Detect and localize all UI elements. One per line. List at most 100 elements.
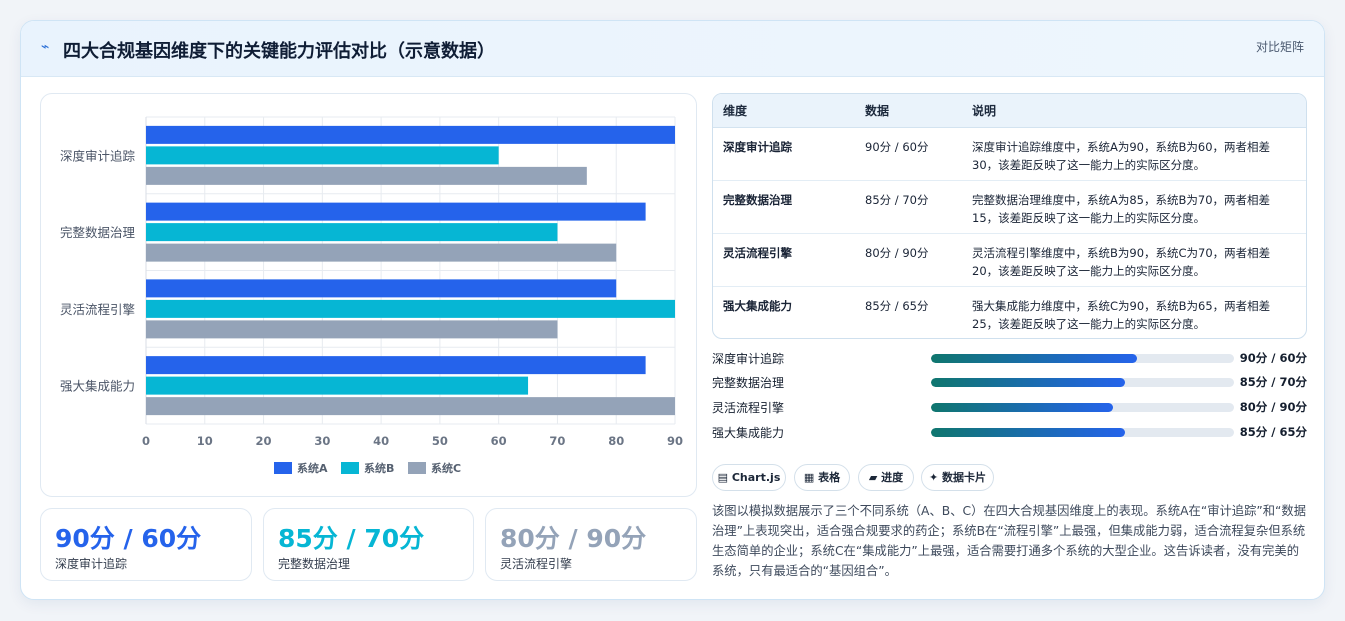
progress-fill <box>931 428 1125 437</box>
tag-label: 数据卡片 <box>942 471 987 484</box>
stat-value: 90分 / 60分 <box>55 524 202 553</box>
x-tick-label: 40 <box>373 434 389 448</box>
table-cell-data: 90分 / 60分 <box>855 127 962 181</box>
x-tick-label: 90 <box>667 434 683 448</box>
legend-label: 系统A <box>297 461 328 475</box>
progress-track <box>931 403 1234 412</box>
bar <box>146 299 675 318</box>
progress-track <box>931 378 1234 387</box>
chart-icon: ⌁ <box>41 39 50 55</box>
tag-label: 表格 <box>818 471 841 484</box>
stat-card-1: 90分 / 60分 深度审计追踪 <box>40 508 252 581</box>
x-tick-label: 60 <box>491 434 507 448</box>
table-row: 深度审计追踪 90分 / 60分 深度审计追踪维度中，系统A为90，系统B为60… <box>713 127 1306 181</box>
table-cell-dimension: 深度审计追踪 <box>713 127 855 181</box>
legend-swatch <box>274 462 292 474</box>
progress-row: 深度审计追踪 90分 / 60分 <box>712 348 1307 368</box>
tag-table[interactable]: ▦ 表格 <box>794 464 850 491</box>
chart-icon: ▤ <box>717 471 729 484</box>
bar <box>146 146 499 165</box>
tag-label: 进度 <box>881 471 904 484</box>
x-tick-label: 20 <box>256 434 272 448</box>
progress-row: 灵活流程引擎 80分 / 90分 <box>712 397 1307 417</box>
progress-track <box>931 428 1234 437</box>
data-table: 维度 数据 说明 深度审计追踪 90分 / 60分 深度审计追踪维度中，系统A为… <box>713 94 1306 338</box>
data-table-card: 维度 数据 说明 深度审计追踪 90分 / 60分 深度审计追踪维度中，系统A为… <box>712 93 1307 339</box>
bar <box>146 356 646 375</box>
tag-progress[interactable]: ▰ 进度 <box>858 464 914 491</box>
stat-label: 完整数据治理 <box>278 557 351 571</box>
table-cell-description: 灵活流程引擎维度中，系统B为90，系统C为70，两者相差20，该差距反映了这一能… <box>962 233 1306 287</box>
bar <box>146 223 558 242</box>
stat-label: 深度审计追踪 <box>55 557 128 571</box>
bar <box>146 320 558 339</box>
tag-data-card[interactable]: ✦ 数据卡片 <box>921 464 994 491</box>
stat-value: 80分 / 90分 <box>500 524 647 553</box>
progress-value: 85分 / 70分 <box>1239 375 1307 389</box>
legend-swatch <box>341 462 359 474</box>
progress-value: 90分 / 60分 <box>1239 351 1307 365</box>
progress-label: 深度审计追踪 <box>712 352 785 366</box>
bar-chart-card: 深度审计追踪 完整数据治理 灵活流程引擎 强大集成能力 0 10 20 30 40 50 60 70 8… <box>40 93 697 497</box>
legend-label: 系统B <box>364 461 394 475</box>
table-row: 强大集成能力 85分 / 65分 强大集成能力维度中，系统C为90，系统B为65… <box>713 286 1306 338</box>
y-tick-label: 灵活流程引擎 <box>60 302 135 317</box>
page-title: 四大合规基因维度下的关键能力评估对比（示意数据） <box>63 41 495 62</box>
y-tick-label: 完整数据治理 <box>60 225 136 240</box>
x-tick-label: 30 <box>314 434 330 448</box>
progress-value: 85分 / 65分 <box>1239 425 1307 439</box>
table-cell-dimension: 完整数据治理 <box>713 180 855 234</box>
table-icon: ▦ <box>803 471 815 484</box>
table-header-row: 维度 数据 说明 <box>713 94 1306 128</box>
x-tick-label: 50 <box>432 434 448 448</box>
progress-icon: ▰ <box>868 471 878 484</box>
stat-card-2: 85分 / 70分 完整数据治理 <box>263 508 474 581</box>
progress-fill <box>931 403 1113 412</box>
table-cell-description: 完整数据治理维度中，系统A为85，系统B为70，两者相差15，该差距反映了这一能… <box>962 180 1306 234</box>
report-card: ⌁ 四大合规基因维度下的关键能力评估对比（示意数据） 对比矩阵 深度审计追踪 完整… <box>20 20 1325 600</box>
x-tick-label: 10 <box>197 434 213 448</box>
header: ⌁ 四大合规基因维度下的关键能力评估对比（示意数据） 对比矩阵 <box>21 21 1324 77</box>
x-tick-label: 80 <box>608 434 624 448</box>
legend-label: 系统C <box>431 461 461 475</box>
bar-chart: 深度审计追踪完整数据治理灵活流程引擎强大集成能力 0 10 20 30 40 50 60 70 8… <box>60 116 683 475</box>
stat-card-3: 80分 / 90分 灵活流程引擎 <box>485 508 697 581</box>
progress-label: 强大集成能力 <box>712 426 785 440</box>
column-header: 维度 <box>713 94 855 128</box>
table-cell-data: 85分 / 70分 <box>855 180 962 234</box>
x-tick-label: 70 <box>549 434 565 448</box>
table-cell-description: 深度审计追踪维度中，系统A为90，系统B为60，两者相差30，该差距反映了这一能… <box>962 127 1306 181</box>
bar <box>146 376 529 395</box>
progress-row: 完整数据治理 85分 / 70分 <box>712 372 1307 392</box>
y-tick-label: 强大集成能力 <box>60 379 135 394</box>
progress-value: 80分 / 90分 <box>1239 400 1307 414</box>
bar <box>146 166 587 185</box>
bar <box>146 397 675 416</box>
table-cell-dimension: 灵活流程引擎 <box>713 233 855 287</box>
progress-label: 灵活流程引擎 <box>712 401 785 415</box>
x-tick-label: 0 <box>142 434 150 448</box>
table-cell-dimension: 强大集成能力 <box>723 298 792 313</box>
table-cell-description: 强大集成能力维度中，系统C为90，系统B为65，两者相差25，该差距反映了这一能… <box>972 298 1271 331</box>
progress-fill <box>931 354 1138 363</box>
bar <box>146 202 646 221</box>
table-cell-data: 85分 / 65分 <box>865 298 929 313</box>
bar <box>146 125 675 144</box>
progress-row: 强大集成能力 85分 / 65分 <box>712 422 1307 442</box>
tag-chartjs[interactable]: ▤ Chart.js <box>712 464 786 491</box>
table-row: 灵活流程引擎 80分 / 90分 灵活流程引擎维度中，系统B为90，系统C为70… <box>713 233 1306 287</box>
tag-label: Chart.js <box>731 471 781 484</box>
column-header: 数据 <box>855 94 962 128</box>
legend-swatch <box>408 462 426 474</box>
table-cell-data: 80分 / 90分 <box>855 233 962 287</box>
sparkle-icon: ✦ <box>928 471 939 484</box>
stat-label: 灵活流程引擎 <box>500 557 573 571</box>
summary-note: 该图以模拟数据展示了三个不同系统（A、B、C）在四大合规基因维度上的表现。系统A… <box>712 504 1307 578</box>
column-header: 说明 <box>962 94 1306 128</box>
y-tick-label: 深度审计追踪 <box>60 148 136 163</box>
bar <box>146 243 617 262</box>
bar <box>146 279 617 298</box>
progress-track <box>931 354 1234 363</box>
progress-label: 完整数据治理 <box>712 376 785 390</box>
table-row: 完整数据治理 85分 / 70分 完整数据治理维度中，系统A为85，系统B为70… <box>713 180 1306 234</box>
